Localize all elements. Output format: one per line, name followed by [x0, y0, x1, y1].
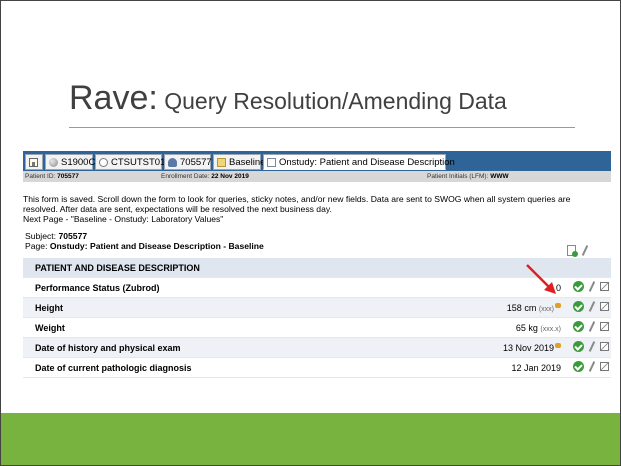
field-label: Weight	[35, 323, 65, 333]
field-row-diagnosis-date[interactable]: Date of current pathologic diagnosis 12 …	[23, 358, 611, 378]
edit-pencil-icon[interactable]	[588, 361, 596, 372]
field-value: 13 Nov 2019	[503, 343, 561, 353]
slide-title-main: Rave:	[69, 79, 158, 117]
message-line-1: This form is saved. Scroll down the form…	[23, 194, 571, 204]
tab-folder-label: Baseline	[229, 156, 266, 168]
query-flag-icon[interactable]	[555, 343, 561, 348]
subject-line: Subject: 705577	[25, 231, 88, 241]
form-review-icon[interactable]	[567, 245, 578, 257]
folder-icon	[217, 157, 226, 167]
page-line: Page: Onstudy: Patient and Disease Descr…	[25, 241, 264, 251]
tab-study-label: S1900C	[61, 156, 96, 168]
home-icon	[29, 157, 38, 167]
field-label: Height	[35, 303, 63, 313]
sticky-note-icon[interactable]	[600, 282, 609, 291]
red-arrow-annotation	[526, 264, 556, 294]
verified-check-icon[interactable]	[573, 341, 584, 352]
field-actions	[573, 301, 609, 312]
footer-bar	[1, 413, 620, 465]
sticky-note-icon[interactable]	[600, 362, 609, 371]
sticky-note-icon[interactable]	[600, 322, 609, 331]
patient-id: Patient ID: 705577	[25, 173, 79, 180]
form-header-actions	[567, 245, 589, 257]
field-actions	[573, 361, 609, 372]
title-divider	[69, 127, 575, 128]
field-label: Date of current pathologic diagnosis	[35, 363, 192, 373]
tab-subject-label: 705577	[180, 156, 212, 168]
field-label: Date of history and physical exam	[35, 343, 181, 353]
query-flag-icon[interactable]	[555, 303, 561, 308]
field-row-performance-status[interactable]: Performance Status (Zubrod) 0	[23, 278, 611, 298]
tab-subject[interactable]: 705577	[164, 154, 212, 170]
edit-pencil-icon[interactable]	[588, 341, 596, 352]
sticky-note-icon[interactable]	[600, 302, 609, 311]
study-icon	[49, 157, 58, 167]
form-icon	[267, 157, 276, 167]
form-message: This form is saved. Scroll down the form…	[23, 194, 611, 224]
patient-initials: Patient Initials (LFM): WWW	[427, 173, 509, 180]
verified-check-icon[interactable]	[573, 321, 584, 332]
tab-form-label: Onstudy: Patient and Disease Description	[279, 156, 455, 168]
edit-pencil-icon[interactable]	[588, 281, 596, 292]
tab-form[interactable]: Onstudy: Patient and Disease Description	[263, 154, 455, 170]
field-value: 158 cm (xxx)	[507, 303, 561, 313]
presentation-slide: Rave: Query Resolution/Amending Data S19…	[0, 0, 621, 466]
arrow-shaft	[526, 264, 552, 290]
slide-title: Rave: Query Resolution/Amending Data	[69, 79, 507, 118]
form-fields: PATIENT AND DISEASE DESCRIPTION Performa…	[23, 258, 611, 378]
enrollment-date: Enrollment Date: 22 Nov 2019	[161, 173, 249, 180]
field-actions	[573, 341, 609, 352]
edit-pencil-icon[interactable]	[581, 245, 589, 256]
field-row-height[interactable]: Height 158 cm (xxx)	[23, 298, 611, 318]
field-row-weight[interactable]: Weight 65 kg (xxx.x)	[23, 318, 611, 338]
site-icon	[99, 157, 108, 167]
section-header: PATIENT AND DISEASE DESCRIPTION	[23, 258, 611, 278]
verified-check-icon[interactable]	[573, 361, 584, 372]
section-title: PATIENT AND DISEASE DESCRIPTION	[35, 263, 200, 273]
verified-check-icon[interactable]	[573, 281, 584, 292]
patient-info-bar: Patient ID: 705577 Enrollment Date: 22 N…	[23, 171, 611, 182]
edit-pencil-icon[interactable]	[588, 321, 596, 332]
field-value: 65 kg (xxx.x)	[515, 323, 561, 333]
rave-screenshot: S1900C CTSUTST01 705577 Baseline Onstudy…	[23, 151, 611, 378]
field-actions	[573, 321, 609, 332]
tab-study[interactable]: S1900C	[45, 154, 96, 170]
message-line-3: Next Page - "Baseline - Onstudy: Laborat…	[23, 214, 224, 224]
tab-site-label: CTSUTST01	[111, 156, 166, 168]
subject-icon	[168, 157, 177, 167]
sticky-note-icon[interactable]	[600, 342, 609, 351]
tab-bar: S1900C CTSUTST01 705577 Baseline Onstudy…	[23, 151, 611, 171]
tab-site[interactable]: CTSUTST01	[95, 154, 166, 170]
field-actions	[573, 281, 609, 292]
field-row-history-exam-date[interactable]: Date of history and physical exam 13 Nov…	[23, 338, 611, 358]
message-line-2: resolved. After data are sent, expectati…	[23, 204, 332, 214]
tab-folder[interactable]: Baseline	[213, 154, 265, 170]
subject-page-info: Subject: 705577 Page: Onstudy: Patient a…	[25, 231, 264, 251]
field-value: 12 Jan 2019	[511, 363, 561, 373]
field-label: Performance Status (Zubrod)	[35, 283, 160, 293]
verified-check-icon[interactable]	[573, 301, 584, 312]
edit-pencil-icon[interactable]	[588, 301, 596, 312]
tab-home[interactable]	[25, 154, 43, 170]
field-format: (xxx.x)	[540, 326, 561, 333]
slide-title-sub: Query Resolution/Amending Data	[157, 88, 507, 114]
field-format: (xxx)	[538, 306, 554, 313]
